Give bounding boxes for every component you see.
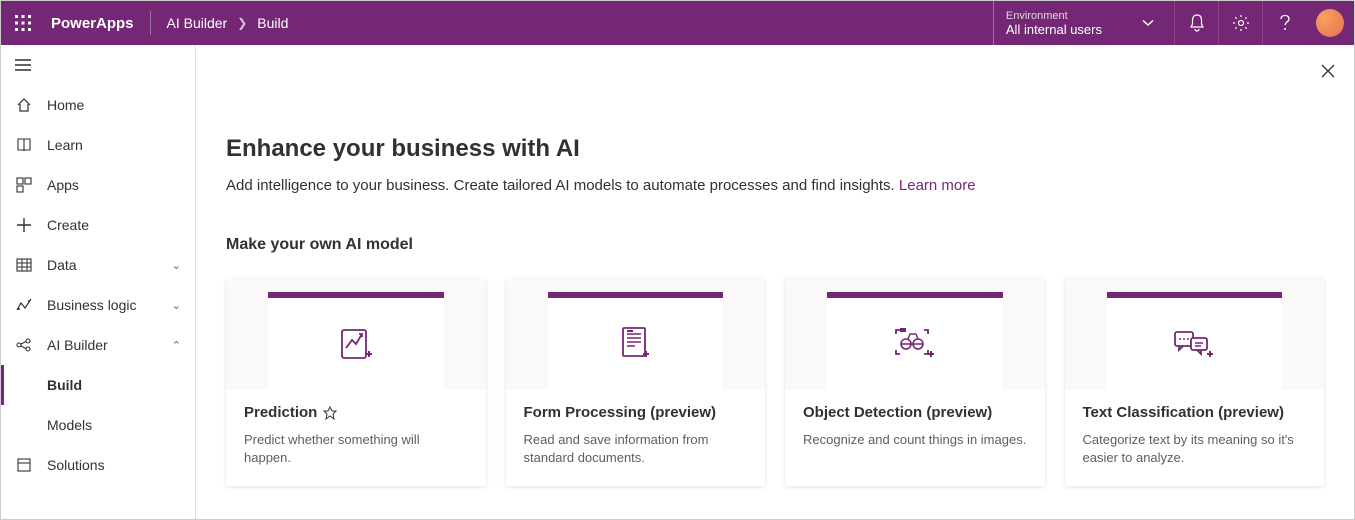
sidebar-item-label: Apps — [47, 177, 79, 193]
sidebar: Home Learn Apps Create Data ⌄ Business l… — [1, 45, 196, 519]
sidebar-item-label: Home — [47, 97, 84, 113]
card-object-detection[interactable]: Object Detection (preview) Recognize and… — [785, 278, 1045, 486]
avatar[interactable] — [1316, 9, 1344, 37]
sidebar-subitem-models[interactable]: Models — [1, 405, 195, 445]
prediction-icon — [336, 324, 376, 364]
notifications-button[interactable] — [1174, 1, 1218, 45]
sidebar-subitem-build[interactable]: Build — [1, 365, 195, 405]
sidebar-item-home[interactable]: Home — [1, 85, 195, 125]
premium-icon — [323, 406, 337, 420]
book-icon — [16, 137, 32, 153]
ai-icon — [16, 337, 32, 353]
environment-label: Environment — [1006, 10, 1102, 22]
breadcrumb: AI Builder ❯ Build — [151, 15, 289, 31]
sidebar-item-label: Create — [47, 217, 89, 233]
main-content: Enhance your business with AI Add intell… — [196, 45, 1354, 519]
chevron-down-icon: ⌄ — [172, 299, 181, 312]
hamburger-icon — [15, 59, 31, 71]
chevron-down-icon — [1142, 19, 1154, 27]
sidebar-item-label: Data — [47, 257, 77, 273]
sidebar-item-apps[interactable]: Apps — [1, 165, 195, 205]
sidebar-item-label: Business logic — [47, 297, 137, 313]
card-description: Read and save information from standard … — [524, 431, 748, 466]
apps-icon — [16, 177, 32, 193]
home-icon — [16, 97, 32, 113]
solutions-icon — [16, 457, 32, 473]
help-icon — [1278, 14, 1292, 32]
help-button[interactable] — [1262, 1, 1306, 45]
card-title: Text Classification (preview) — [1083, 404, 1284, 421]
environment-name: All internal users — [1006, 22, 1102, 37]
card-form-processing[interactable]: Form Processing (preview) Read and save … — [506, 278, 766, 486]
page-subtitle: Add intelligence to your business. Creat… — [226, 177, 1324, 194]
sidebar-item-data[interactable]: Data ⌄ — [1, 245, 195, 285]
breadcrumb-item-ai-builder[interactable]: AI Builder — [167, 15, 228, 31]
sidebar-item-label: Learn — [47, 137, 83, 153]
card-description: Recognize and count things in images. — [803, 431, 1027, 449]
card-description: Categorize text by its meaning so it's e… — [1083, 431, 1307, 466]
bell-icon — [1189, 14, 1205, 32]
text-classification-icon — [1171, 324, 1217, 364]
learn-more-link[interactable]: Learn more — [899, 177, 976, 194]
gear-icon — [1232, 14, 1250, 32]
chevron-up-icon: ⌃ — [172, 339, 181, 352]
object-detection-icon — [892, 324, 938, 364]
model-cards: Prediction Predict whether something wil… — [226, 278, 1324, 486]
waffle-icon — [15, 15, 31, 31]
card-text-classification[interactable]: Text Classification (preview) Categorize… — [1065, 278, 1325, 486]
sidebar-item-label: Solutions — [47, 457, 105, 473]
sidebar-item-learn[interactable]: Learn — [1, 125, 195, 165]
data-icon — [16, 257, 32, 273]
settings-button[interactable] — [1218, 1, 1262, 45]
flow-icon — [16, 297, 32, 313]
sidebar-subitem-label: Models — [47, 417, 92, 433]
close-icon — [1321, 64, 1335, 78]
close-button[interactable] — [1316, 59, 1340, 83]
chevron-down-icon: ⌄ — [172, 259, 181, 272]
form-icon — [615, 324, 655, 364]
sidebar-subitem-label: Build — [47, 377, 82, 393]
card-title: Form Processing (preview) — [524, 404, 717, 421]
card-title: Prediction — [244, 404, 317, 421]
sidebar-item-create[interactable]: Create — [1, 205, 195, 245]
app-name[interactable]: PowerApps — [45, 15, 150, 32]
sidebar-toggle-button[interactable] — [1, 45, 195, 85]
section-title: Make your own AI model — [226, 236, 1324, 254]
sidebar-item-business-logic[interactable]: Business logic ⌄ — [1, 285, 195, 325]
sidebar-item-label: AI Builder — [47, 337, 108, 353]
chevron-right-icon: ❯ — [237, 16, 247, 30]
plus-icon — [16, 217, 32, 233]
sidebar-item-solutions[interactable]: Solutions — [1, 445, 195, 485]
app-header: PowerApps AI Builder ❯ Build Environment… — [1, 1, 1354, 45]
card-title: Object Detection (preview) — [803, 404, 992, 421]
app-launcher-button[interactable] — [1, 1, 45, 45]
environment-picker[interactable]: Environment All internal users — [993, 1, 1174, 45]
page-title: Enhance your business with AI — [226, 135, 1324, 163]
sidebar-item-ai-builder[interactable]: AI Builder ⌃ — [1, 325, 195, 365]
card-prediction[interactable]: Prediction Predict whether something wil… — [226, 278, 486, 486]
breadcrumb-item-build[interactable]: Build — [257, 15, 288, 31]
card-description: Predict whether something will happen. — [244, 431, 468, 466]
